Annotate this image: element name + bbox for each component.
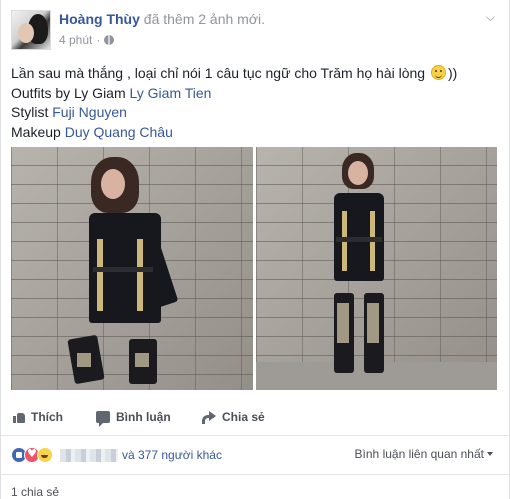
share-count[interactable]: 1 chia sẻ [11, 485, 59, 499]
meta-separator: · [96, 33, 101, 47]
chevron-down-icon[interactable]: ⌵ [486, 10, 495, 25]
comment-icon [96, 411, 110, 427]
post-text-line-2: Outfits by Ly Giam Ly Giam Tien [11, 84, 457, 104]
post-photo-2[interactable] [256, 147, 497, 390]
avatar[interactable] [11, 10, 51, 50]
post-text-suffix: )) [447, 65, 458, 81]
blurred-reactor-names [60, 448, 118, 462]
reaction-count[interactable]: và 377 người khác [122, 448, 222, 462]
model-figure [67, 157, 191, 390]
share-label: Chia sẻ [222, 410, 265, 424]
post-action: đã thêm 2 ảnh mới. [143, 11, 266, 27]
model-figure [324, 153, 404, 390]
caret-down-icon [487, 452, 493, 456]
post-text-sentence: Lần sau mà thắng , loại chỉ nói 1 câu tụ… [11, 65, 426, 81]
divider [1, 474, 510, 475]
post-time[interactable]: 4 phút [59, 33, 92, 47]
like-label: Thích [31, 410, 63, 424]
tag-fuji-nguyen[interactable]: Fuji Nguyen [52, 104, 127, 120]
reactions-summary[interactable]: và 377 người khác [11, 446, 222, 464]
share-button[interactable]: Chia sẻ [202, 410, 265, 424]
comment-sort-dropdown[interactable]: Bình luận liên quan nhất [355, 447, 493, 461]
post-text-line-3: Stylist Fuji Nguyen [11, 103, 457, 123]
stylist-label: Stylist [11, 104, 53, 120]
post-photo-1[interactable] [11, 147, 253, 390]
haha-reaction-icon [37, 447, 53, 463]
post-card: Hoàng Thùy đã thêm 2 ảnh mới. 4 phút · ⌵… [0, 0, 510, 499]
makeup-label: Makeup [11, 123, 65, 140]
outfits-label: Outfits by Ly Giam [11, 84, 130, 101]
like-button[interactable]: Thích [13, 410, 63, 424]
tag-duy-quang-chau[interactable]: Duy Quang Châu [65, 124, 173, 140]
post-text-line-4: Makeup Duy Quang Châu [11, 123, 457, 143]
post-text-line-1: Lần sau mà thắng , loại chỉ nói 1 câu tụ… [11, 64, 457, 84]
post-text: Lần sau mà thắng , loại chỉ nói 1 câu tụ… [11, 64, 457, 142]
author-name[interactable]: Hoàng Thùy [59, 11, 140, 27]
tag-ly-giam-tien[interactable]: Ly Giam Tien [130, 85, 212, 101]
comment-label: Bình luận [116, 410, 171, 424]
post-header: Hoàng Thùy đã thêm 2 ảnh mới. [59, 11, 265, 27]
post-meta: 4 phút · [59, 33, 115, 47]
post-action-bar: Thích Bình luận Chia sẻ [1, 400, 510, 436]
comment-button[interactable]: Bình luận [96, 410, 171, 427]
thumbs-up-icon [13, 411, 25, 423]
avatar-face [18, 23, 34, 43]
smiley-emoji-icon [430, 65, 446, 80]
share-arrow-icon [202, 411, 216, 424]
comment-sort-label: Bình luận liên quan nhất [354, 447, 484, 461]
globe-icon[interactable] [104, 35, 115, 45]
